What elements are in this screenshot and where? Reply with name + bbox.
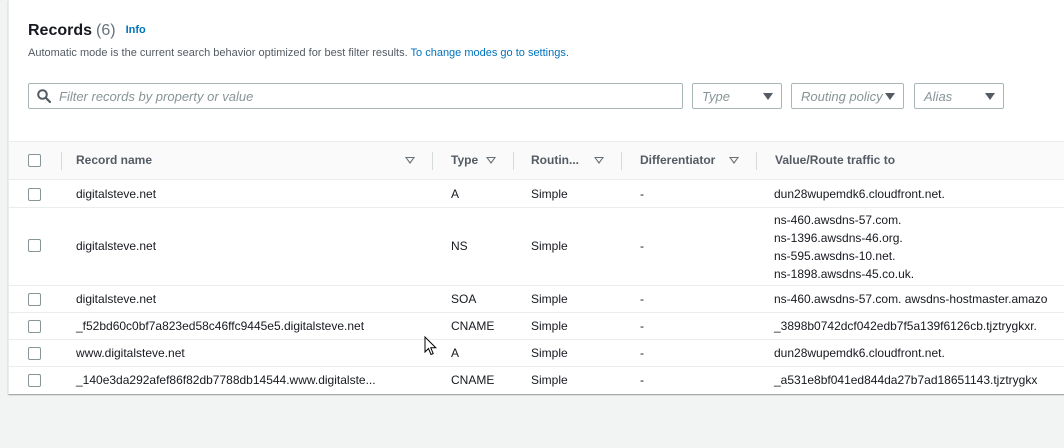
record-value: ns-1396.awsdns-46.org. [774,231,903,245]
table-row[interactable]: _140e3da292afef86f82db7788db14544.www.di… [9,367,1064,394]
sort-caret-icon[interactable] [729,157,739,164]
record-type: SOA [451,292,477,306]
record-name: www.digitalsteve.net [76,346,185,360]
table-row[interactable]: digitalsteve.net NS Simple - ns-460.awsd… [9,208,1064,286]
sort-caret-icon[interactable] [594,157,604,164]
record-value: _3898b0742dcf042edb7f5a139f6126cb.tjztry… [774,319,1037,333]
column-divider [513,152,514,170]
column-divider [756,152,757,170]
record-routing: Simple [531,346,568,360]
record-name: digitalsteve.net [76,187,157,201]
record-name: _f52bd60c0bf7a823ed58c46ffc9445e5.digita… [76,319,365,333]
record-routing: Simple [531,319,568,333]
alias-filter-dropdown[interactable]: Alias [914,83,1004,109]
description-text: Automatic mode is the current search beh… [28,47,408,59]
type-filter-dropdown[interactable]: Type [692,83,782,109]
record-differentiator: - [640,292,644,306]
record-type: CNAME [451,319,495,333]
caret-down-icon [885,93,895,100]
row-checkbox[interactable] [28,374,41,387]
table-row[interactable]: digitalsteve.net SOA Simple - ns-460.aws… [9,286,1064,313]
table-header: Record name Type Routin... Differentiato… [9,142,1064,180]
record-type: NS [451,239,468,253]
record-value: ns-1898.awsdns-45.co.uk. [774,267,915,281]
sort-caret-icon[interactable] [486,157,496,164]
caret-down-icon [985,93,995,100]
record-routing: Simple [531,373,568,387]
alias-filter-label: Alias [924,89,953,104]
row-checkbox[interactable] [28,320,41,333]
column-divider [432,152,433,170]
filter-search-box[interactable] [28,83,683,109]
record-routing: Simple [531,239,568,253]
page-title: Records [28,22,93,39]
info-link[interactable]: Info [126,24,146,36]
record-name: _140e3da292afef86f82db7788db14544.www.di… [76,373,376,387]
record-type: A [451,346,460,360]
record-differentiator: - [640,319,644,333]
column-type[interactable]: Type [451,153,478,167]
record-value: ns-460.awsdns-57.com. [774,213,902,227]
record-differentiator: - [640,239,644,253]
record-routing: Simple [531,187,568,201]
record-value: _a531e8bf041ed844da27b7ad18651143.tjztry… [774,373,1038,387]
sort-caret-icon[interactable] [405,157,415,164]
record-name: digitalsteve.net [76,292,157,306]
record-type: A [451,187,460,201]
search-mode-description: Automatic mode is the current search beh… [28,47,569,59]
record-differentiator: - [640,187,644,201]
record-differentiator: - [640,346,644,360]
record-routing: Simple [531,292,568,306]
row-checkbox[interactable] [28,347,41,360]
select-all-checkbox[interactable] [28,154,41,167]
row-checkbox[interactable] [28,239,41,252]
column-value[interactable]: Value/Route traffic to [775,153,895,167]
table-row[interactable]: digitalsteve.net A Simple - dun28wupemdk… [9,181,1064,208]
settings-link[interactable]: To change modes go to settings. [411,47,569,59]
records-header: Records (6) Info [28,22,146,40]
routing-policy-filter-dropdown[interactable]: Routing policy [791,83,904,109]
column-record-name[interactable]: Record name [76,153,152,167]
records-count: (6) [96,22,116,39]
record-value: dun28wupemdk6.cloudfront.net. [774,187,945,201]
record-value: ns-460.awsdns-57.com. awsdns-hostmaster.… [774,292,1048,306]
records-panel: Records (6) Info Automatic mode is the cur… [8,0,1064,394]
routing-filter-label: Routing policy [801,89,883,104]
type-filter-label: Type [702,89,730,104]
record-value: ns-595.awsdns-10.net. [774,249,896,263]
table-row[interactable]: www.digitalsteve.net A Simple - dun28wup… [9,340,1064,367]
mouse-cursor-icon [424,336,438,356]
search-icon [37,89,51,103]
column-divider [621,152,622,170]
table-row[interactable]: _f52bd60c0bf7a823ed58c46ffc9445e5.digita… [9,313,1064,340]
column-differentiator[interactable]: Differentiator [640,153,715,167]
row-checkbox[interactable] [28,188,41,201]
record-type: CNAME [451,373,495,387]
record-differentiator: - [640,373,644,387]
record-value: dun28wupemdk6.cloudfront.net. [774,346,945,360]
column-routing[interactable]: Routin... [531,153,579,167]
caret-down-icon [763,93,773,100]
row-checkbox[interactable] [28,293,41,306]
search-input[interactable] [59,87,659,105]
record-value-list: ns-460.awsdns-57.com. ns-1396.awsdns-46.… [774,211,914,283]
record-name: digitalsteve.net [76,239,157,253]
column-divider [61,152,62,170]
